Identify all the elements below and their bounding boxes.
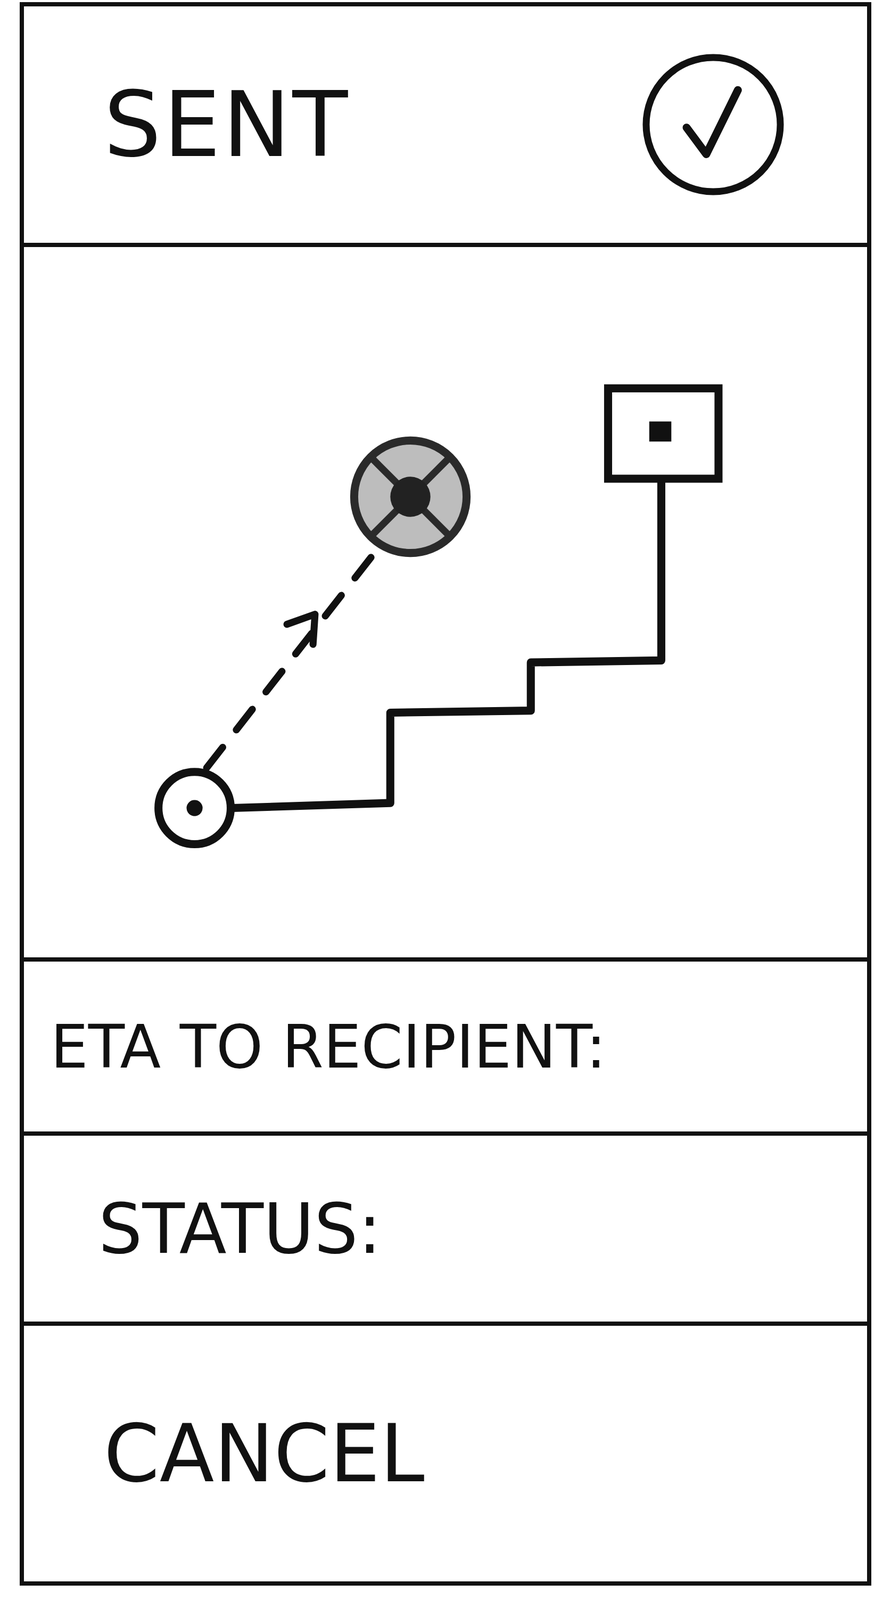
page: SENT ETA TO RECIPIENT:STATUS:CANCEL (0, 0, 891, 1600)
destination-icon (607, 388, 719, 479)
origin-icon (158, 771, 231, 845)
check-icon (639, 50, 788, 199)
map (23, 246, 868, 962)
info-row: ETA TO RECIPIENT: (23, 961, 868, 1136)
phone-frame: SENT ETA TO RECIPIENT:STATUS:CANCEL (19, 2, 872, 1586)
courier-icon (353, 440, 467, 553)
info-row: STATUS: (23, 1135, 868, 1326)
cancel-button[interactable]: CANCEL (23, 1325, 868, 1581)
header: SENT (23, 6, 868, 247)
direct-path-line (206, 551, 376, 768)
route-map (23, 246, 868, 957)
arrow-icon (286, 614, 316, 645)
header-title: SENT (103, 71, 350, 178)
